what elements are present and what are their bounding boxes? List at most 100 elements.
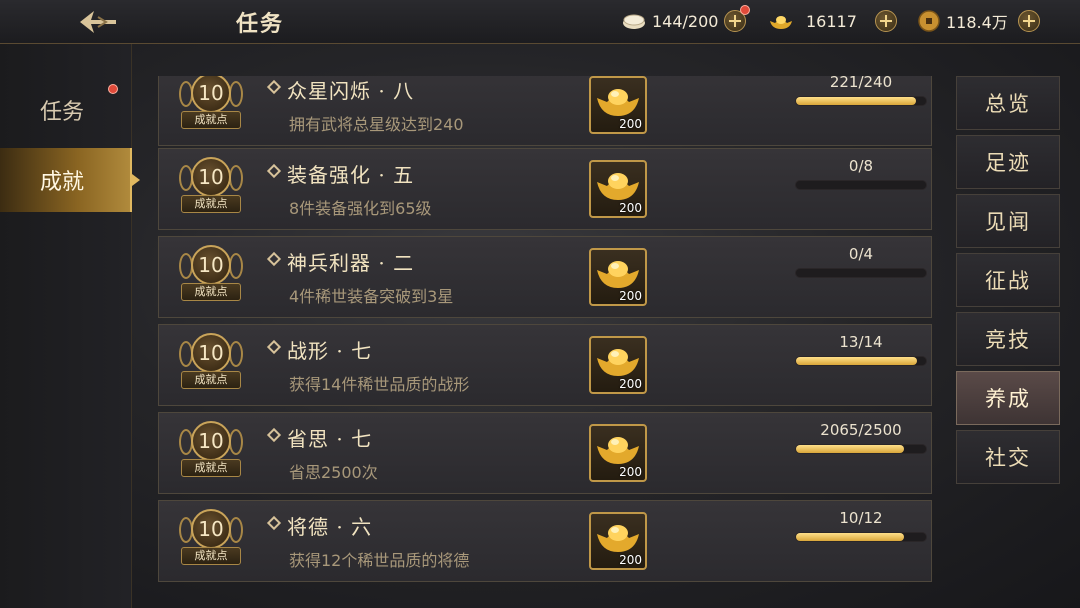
achievement-desc: 8件装备强化到65级 [289,199,432,218]
left-tab-panel: 任务 成就 [0,44,140,608]
add-copper-button[interactable] [1017,10,1040,32]
points-label: 成就点 [181,111,241,129]
notification-dot [740,5,750,15]
progress-text: 221/240 [829,76,893,91]
achievement-desc: 获得14件稀世品质的战形 [289,375,470,394]
reward-slot[interactable]: 200 [589,336,647,394]
tab-achievements[interactable]: 成就 [0,148,140,212]
progress-bar [795,268,927,278]
tab-footprints[interactable]: 足迹 [956,135,1060,189]
copper-value: 118.4万 [946,13,1008,32]
achievement-points-badge: 10 成就点 [179,333,243,399]
add-gold-button[interactable] [874,10,897,32]
progress-text: 0/8 [848,157,874,175]
achievement-points-badge: 10 成就点 [179,509,243,575]
top-bar: 任务 144/200 16117 118.4万 [0,0,1080,44]
progress-text: 0/4 [848,245,874,263]
achievement-name: 众星闪烁 · 八 [287,79,415,103]
progress-bar [795,444,927,454]
gold-ingot-icon [597,173,639,200]
tab-achievements-label: 成就 [40,170,85,195]
progress-bar [795,96,927,106]
achievement-desc: 拥有武将总星级达到240 [289,115,464,134]
tab-arena[interactable]: 竞技 [956,312,1060,366]
achievement-list[interactable]: 10 成就点 众星闪烁 · 八 拥有武将总星级达到240 200 221/240… [158,76,934,584]
progress-text: 13/14 [839,333,883,351]
gold-ingot-icon [770,16,792,29]
points-value: 10 [191,245,231,285]
progress-fill [796,533,904,541]
reward-slot[interactable]: 200 [589,248,647,306]
progress-bar [795,532,927,542]
points-value: 10 [191,76,231,113]
stamina-value: 144/200 [652,11,719,31]
reward-count: 200 [619,377,642,391]
copper-coin-icon [918,10,940,32]
achievement-name: 神兵利器 · 二 [287,251,415,275]
achievement-row: 10 成就点 战形 · 七 获得14件稀世品质的战形 200 13/14 [158,324,932,406]
achievement-name: 将德 · 六 [287,515,373,539]
resource-copper: 118.4万 [918,9,1040,33]
gold-ingot-icon [597,525,639,552]
reward-slot[interactable]: 200 [589,160,647,218]
tasks-notification-dot [108,84,118,94]
achievement-name: 装备强化 · 五 [287,163,415,187]
laurel-right-icon [229,341,243,367]
progress-text: 10/12 [839,509,883,527]
coin-pile-icon [623,14,645,29]
achievement-points-badge: 10 成就点 [179,421,243,487]
reward-slot[interactable]: 200 [589,512,647,570]
achievement-points-badge: 10 成就点 [179,245,243,311]
points-label: 成就点 [181,459,241,477]
achievement-row: 10 成就点 神兵利器 · 二 4件稀世装备突破到3星 200 0/4 [158,236,932,318]
achievement-row: 10 成就点 众星闪烁 · 八 拥有武将总星级达到240 200 221/240 [158,76,932,146]
achievement-desc: 省思2500次 [289,463,378,482]
points-value: 10 [191,509,231,549]
gold-value: 16117 [806,11,857,31]
reward-slot[interactable]: 200 [589,76,647,134]
gold-ingot-icon [597,437,639,464]
progress-fill [796,445,904,453]
reward-count: 200 [619,117,642,131]
gold-ingot-icon [597,89,639,116]
progress-bar [795,356,927,366]
tab-social[interactable]: 社交 [956,430,1060,484]
gold-ingot-icon [597,349,639,376]
reward-count: 200 [619,201,642,215]
back-arrow-icon [80,11,116,33]
points-label: 成就点 [181,547,241,565]
reward-count: 200 [619,289,642,303]
tab-campaign[interactable]: 征战 [956,253,1060,307]
achievement-desc: 4件稀世装备突破到3星 [289,287,454,306]
progress-bar [795,180,927,190]
points-value: 10 [191,157,231,197]
achievement-row: 10 成就点 省思 · 七 省思2500次 200 2065/2500 [158,412,932,494]
achievement-desc: 获得12个稀世品质的将德 [289,551,470,570]
achievement-name: 战形 · 七 [287,339,373,363]
reward-slot[interactable]: 200 [589,424,647,482]
points-label: 成就点 [181,283,241,301]
progress-text: 2065/2500 [820,421,902,439]
achievement-row: 10 成就点 装备强化 · 五 8件装备强化到65级 200 0/8 [158,148,932,230]
progress-fill [796,357,917,365]
points-label: 成就点 [181,195,241,213]
tab-knowledge[interactable]: 见闻 [956,194,1060,248]
laurel-right-icon [229,165,243,191]
achievement-points-badge: 10 成就点 [179,76,243,139]
achievement-name: 省思 · 七 [287,427,373,451]
resource-stamina: 144/200 [622,9,747,33]
reward-count: 200 [619,465,642,479]
laurel-right-icon [229,253,243,279]
laurel-right-icon [229,517,243,543]
page-title: 任务 [236,11,285,37]
resource-gold: 16117 [768,9,897,33]
achievement-points-badge: 10 成就点 [179,157,243,223]
points-value: 10 [191,333,231,373]
progress-fill [796,97,916,105]
tab-overview[interactable]: 总览 [956,76,1060,130]
back-button[interactable] [70,4,126,40]
reward-count: 200 [619,553,642,567]
laurel-right-icon [229,81,243,107]
gold-ingot-icon [597,261,639,288]
tab-development[interactable]: 养成 [956,371,1060,425]
